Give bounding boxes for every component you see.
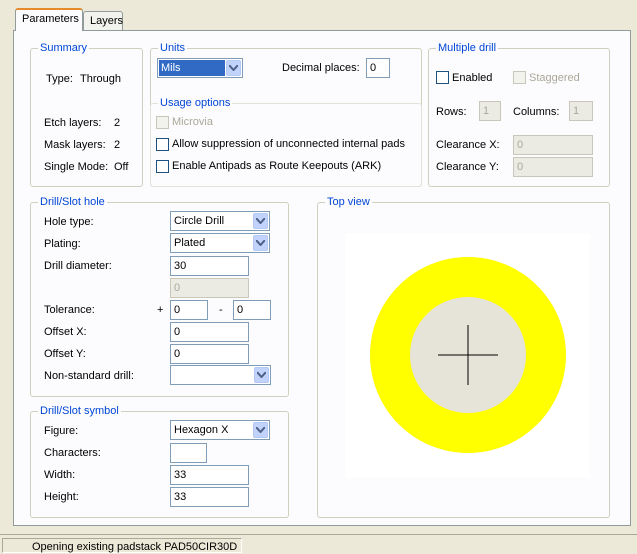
etch-layers-value: 2	[114, 117, 121, 129]
clearance-x-label: Clearance X:	[436, 139, 500, 151]
chevron-down-icon	[257, 372, 266, 378]
padstack-preview	[370, 257, 566, 453]
height-input[interactable]: 33	[170, 487, 249, 507]
figure-value: Hexagon X	[174, 424, 229, 436]
rows-label: Rows:	[436, 106, 467, 118]
type-label: Type:	[46, 73, 73, 85]
chevron-down-icon	[256, 218, 265, 224]
tab-layers[interactable]: Layers	[83, 11, 123, 31]
hole-type-label: Hole type:	[44, 216, 94, 228]
staggered-label: Staggered	[529, 72, 580, 84]
units-selected-value: Mils	[159, 60, 225, 76]
decimal-places-input[interactable]: 0	[366, 58, 390, 78]
plating-label: Plating:	[44, 238, 81, 250]
enabled-checkbox[interactable]	[436, 71, 449, 84]
single-mode-label: Single Mode:	[44, 161, 109, 173]
hole-type-select[interactable]: Circle Drill	[170, 211, 270, 231]
mask-layers-value: 2	[114, 139, 121, 151]
tolerance-minus-input[interactable]: 0	[233, 300, 271, 320]
drill-slot-symbol-title: Drill/Slot symbol	[38, 404, 121, 418]
tolerance-minus-sign: -	[219, 304, 223, 316]
columns-input[interactable]: 1	[569, 101, 593, 121]
top-view-canvas	[345, 233, 590, 478]
chevron-down-icon	[229, 65, 238, 71]
non-standard-drill-dropdown-button[interactable]	[254, 367, 269, 383]
tab-parameters-label: Parameters	[22, 13, 79, 25]
drill-diameter-label: Drill diameter:	[44, 260, 112, 272]
rows-input[interactable]: 1	[479, 101, 501, 121]
units-dropdown-button[interactable]	[226, 60, 241, 76]
status-bar: Opening existing padstack PAD50CIR30D	[0, 534, 637, 554]
decimal-places-label: Decimal places:	[282, 62, 360, 74]
tolerance-plus-input[interactable]: 0	[170, 300, 208, 320]
top-view-title: Top view	[325, 195, 372, 209]
clearance-x-input[interactable]: 0	[513, 135, 593, 155]
multiple-drill-title: Multiple drill	[436, 41, 499, 55]
status-message: Opening existing padstack PAD50CIR30D	[32, 541, 238, 553]
plating-dropdown-button[interactable]	[253, 235, 268, 251]
status-cell: Opening existing padstack PAD50CIR30D	[2, 538, 242, 553]
offset-x-input[interactable]: 0	[170, 322, 249, 342]
clearance-y-input[interactable]: 0	[513, 157, 593, 177]
mask-layers-label: Mask layers:	[44, 139, 106, 151]
offset-x-label: Offset X:	[44, 326, 87, 338]
offset-y-input[interactable]: 0	[170, 344, 249, 364]
plating-value: Plated	[174, 237, 206, 249]
hole-type-value: Circle Drill	[174, 215, 225, 227]
characters-label: Characters:	[44, 447, 101, 459]
characters-input[interactable]	[170, 443, 207, 463]
units-select[interactable]: Mils	[157, 58, 243, 78]
enable-antipads-checkbox[interactable]	[156, 160, 169, 173]
etch-layers-label: Etch layers:	[44, 117, 102, 129]
tolerance-label: Tolerance:	[44, 304, 95, 316]
height-label: Height:	[44, 491, 79, 503]
non-standard-drill-select[interactable]	[170, 365, 271, 385]
chevron-down-icon	[256, 240, 265, 246]
microvia-label: Microvia	[172, 116, 213, 128]
tab-parameters[interactable]: Parameters	[15, 8, 83, 31]
plating-select[interactable]: Plated	[170, 233, 270, 253]
non-standard-drill-label: Non-standard drill:	[44, 370, 134, 382]
figure-label: Figure:	[44, 425, 79, 437]
drill-diameter-secondary-input[interactable]: 0	[170, 278, 249, 298]
chevron-down-icon	[256, 427, 265, 433]
enabled-label: Enabled	[452, 72, 493, 84]
width-input[interactable]: 33	[170, 465, 249, 485]
clearance-y-label: Clearance Y:	[436, 161, 499, 173]
summary-title: Summary	[38, 41, 90, 55]
columns-label: Columns:	[513, 106, 560, 118]
staggered-checkbox[interactable]	[513, 71, 526, 84]
width-label: Width:	[44, 469, 76, 481]
tolerance-plus-sign: +	[157, 304, 164, 316]
figure-select[interactable]: Hexagon X	[170, 420, 270, 440]
hole-type-dropdown-button[interactable]	[253, 213, 268, 229]
drill-diameter-input[interactable]: 30	[170, 256, 249, 276]
microvia-checkbox[interactable]	[156, 116, 169, 129]
offset-y-label: Offset Y:	[44, 348, 86, 360]
tab-layers-label: Layers	[90, 15, 124, 27]
enable-antipads-label: Enable Antipads as Route Keepouts (ARK)	[172, 160, 382, 172]
type-value: Through	[80, 73, 121, 85]
figure-dropdown-button[interactable]	[253, 422, 268, 438]
allow-suppression-label: Allow suppression of unconnected interna…	[172, 138, 405, 150]
drill-slot-hole-title: Drill/Slot hole	[38, 195, 107, 209]
units-title: Units	[158, 41, 188, 55]
usage-options-title: Usage options	[158, 96, 233, 110]
single-mode-value: Off	[114, 161, 129, 173]
allow-suppression-checkbox[interactable]	[156, 138, 169, 151]
